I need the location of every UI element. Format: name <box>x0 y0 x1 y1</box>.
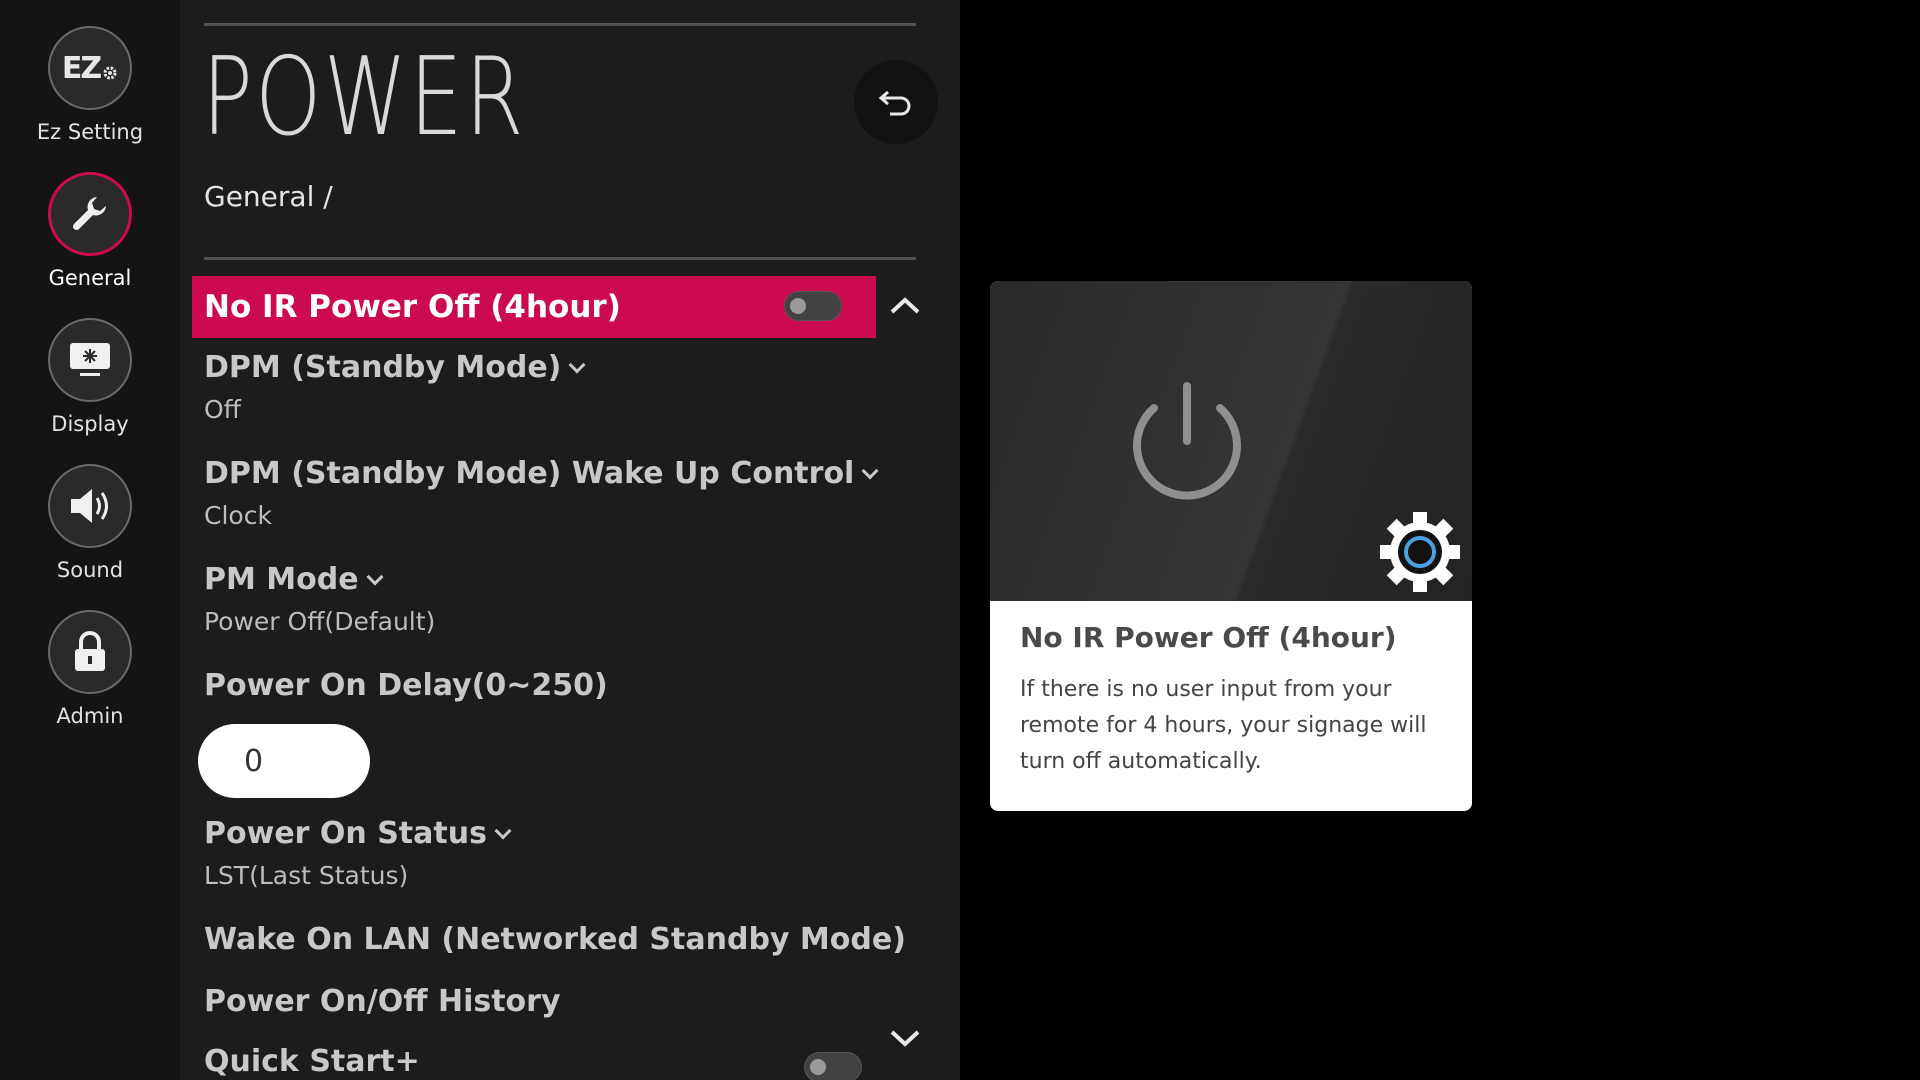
setting-label: DPM (Standby Mode) Wake Up Control <box>204 456 855 491</box>
setting-label: Power On Status <box>204 816 487 851</box>
sidebar-item-admin[interactable]: Admin <box>0 610 180 728</box>
help-card-text: No IR Power Off (4hour) If there is no u… <box>990 601 1472 811</box>
lock-icon <box>48 610 132 694</box>
sidebar-item-sound[interactable]: Sound <box>0 464 180 582</box>
sidebar: EZ Ez Setting General Display Sound Admi… <box>0 0 180 1080</box>
sidebar-item-label: Ez Setting <box>36 120 144 144</box>
setting-label: Wake On LAN (Networked Standby Mode) <box>204 922 906 957</box>
header-divider <box>204 257 916 260</box>
setting-label: Quick Start+ <box>204 1044 420 1079</box>
help-card: No IR Power Off (4hour) If there is no u… <box>990 281 1472 811</box>
ez-setting-icon: EZ <box>48 26 132 110</box>
wrench-icon <box>48 172 132 256</box>
quick-start-toggle[interactable] <box>804 1052 862 1080</box>
sidebar-item-general[interactable]: General <box>0 172 180 290</box>
chevron-down-icon <box>494 822 512 840</box>
setting-label: Power On Delay(0~250) <box>204 668 608 703</box>
power-icon <box>1133 382 1241 500</box>
sidebar-item-label: Admin <box>56 704 124 728</box>
scroll-down-icon[interactable] <box>888 1020 922 1054</box>
setting-power-on-delay: Power On Delay(0~250) <box>204 668 608 703</box>
settings-gear-icon <box>1380 512 1460 592</box>
chevron-down-icon <box>366 568 384 586</box>
help-card-illustration <box>990 281 1472 601</box>
page-title: POWER <box>202 35 526 160</box>
setting-pm-mode[interactable]: PM Mode Power Off(Default) <box>204 562 435 636</box>
toggle-knob <box>790 298 806 314</box>
help-card-description: If there is no user input from your remo… <box>1020 677 1427 774</box>
no-ir-power-off-toggle[interactable] <box>784 291 842 321</box>
sidebar-item-ez-setting[interactable]: EZ Ez Setting <box>0 26 180 144</box>
top-divider <box>204 23 916 26</box>
settings-panel: POWER General / No IR Power Off (4hour) … <box>180 0 960 1080</box>
scroll-up-icon[interactable] <box>888 290 922 324</box>
setting-label: PM Mode <box>204 562 359 597</box>
sidebar-item-display[interactable]: Display <box>0 318 180 436</box>
sidebar-item-label: Display <box>51 412 129 436</box>
back-arrow-icon <box>878 90 911 116</box>
chevron-down-icon <box>861 462 879 480</box>
back-button[interactable] <box>854 60 938 144</box>
setting-wake-on-lan[interactable]: Wake On LAN (Networked Standby Mode) <box>204 922 906 957</box>
setting-label: No IR Power Off (4hour) <box>204 289 621 325</box>
setting-quick-start[interactable]: Quick Start+ <box>204 1044 420 1079</box>
power-on-delay-input[interactable] <box>198 724 370 798</box>
sidebar-item-label: Sound <box>56 558 124 582</box>
toggle-knob <box>810 1059 826 1075</box>
display-icon <box>48 318 132 402</box>
help-card-title: No IR Power Off (4hour) <box>1020 621 1397 654</box>
setting-value: Clock <box>204 501 272 530</box>
chevron-down-icon <box>568 356 586 374</box>
breadcrumb: General / <box>204 180 333 213</box>
setting-no-ir-power-off[interactable]: No IR Power Off (4hour) <box>192 276 876 338</box>
setting-value: Off <box>204 395 241 424</box>
setting-dpm[interactable]: DPM (Standby Mode) Off <box>204 350 586 424</box>
setting-power-on-status[interactable]: Power On Status LST(Last Status) <box>204 816 512 890</box>
ez-glyph: EZ <box>61 50 102 86</box>
setting-value: LST(Last Status) <box>204 861 409 890</box>
setting-value: Power Off(Default) <box>204 607 436 636</box>
setting-dpm-wake-up-control[interactable]: DPM (Standby Mode) Wake Up Control Clock <box>204 456 879 530</box>
setting-label: DPM (Standby Mode) <box>204 350 562 385</box>
setting-power-history[interactable]: Power On/Off History <box>204 984 561 1019</box>
setting-label: Power On/Off History <box>204 984 561 1019</box>
speaker-icon <box>48 464 132 548</box>
sidebar-item-label: General <box>48 266 132 290</box>
